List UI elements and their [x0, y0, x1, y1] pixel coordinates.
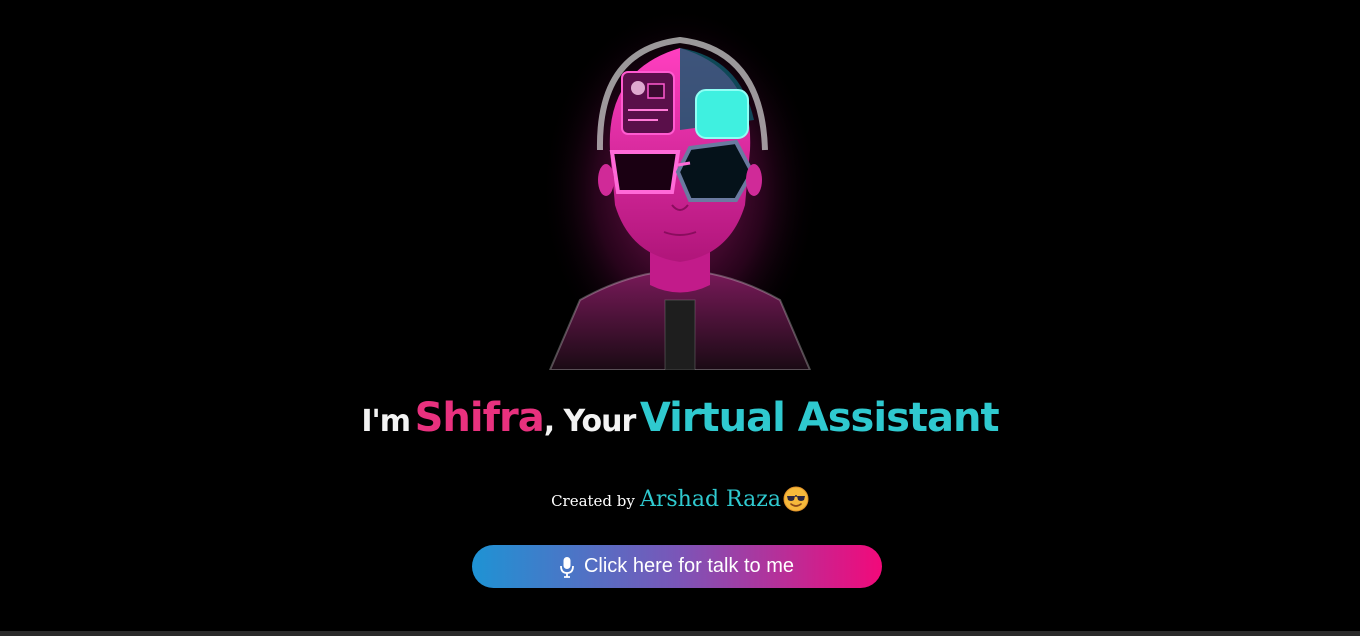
- avatar-image: [540, 0, 820, 370]
- title-highlight: Virtual Assistant: [639, 395, 1000, 441]
- credit-prefix: Created by: [551, 492, 635, 510]
- credit-line: Created by Arshad Raza: [0, 486, 1360, 512]
- page: I'm Shifra, Your Virtual Assistant Creat…: [0, 0, 1360, 636]
- talk-button-label: Click here for talk to me: [583, 555, 795, 577]
- page-title: I'm Shifra, Your Virtual Assistant: [0, 398, 1360, 438]
- credit-author: Arshad Raza: [639, 487, 781, 512]
- title-middle: , Your: [543, 404, 637, 439]
- title-prefix: I'm: [361, 404, 411, 439]
- smiling-face-with-sunglasses-icon: [783, 486, 809, 512]
- microphone-icon: [560, 556, 574, 578]
- talk-button[interactable]: Click here for talk to me: [472, 545, 882, 588]
- title-name: Shifra: [414, 395, 545, 441]
- bottom-divider: [0, 631, 1360, 636]
